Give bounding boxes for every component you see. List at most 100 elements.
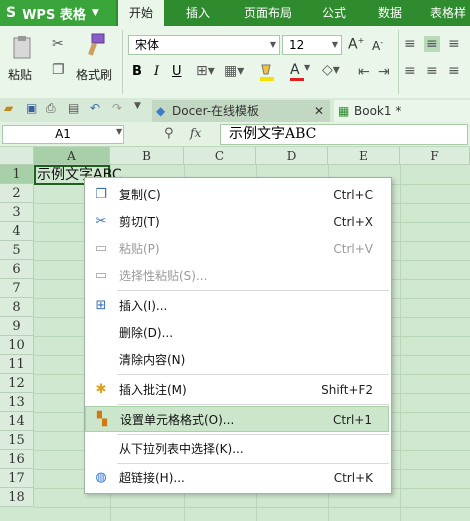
menu-item-label: 粘贴(P) bbox=[119, 242, 160, 256]
row-header[interactable]: 7 bbox=[0, 279, 34, 298]
menu-separator bbox=[117, 463, 389, 464]
menu-item-label: 清除内容(N) bbox=[119, 353, 186, 367]
select-all-corner[interactable] bbox=[0, 147, 34, 165]
paste-special-icon: ▭ bbox=[94, 268, 108, 283]
shrink-font-button[interactable]: A- bbox=[372, 38, 383, 53]
insert-function-button[interactable]: fx bbox=[190, 126, 201, 140]
menu-separator bbox=[117, 404, 389, 405]
font-family-value: 宋体 bbox=[135, 38, 160, 52]
grow-font-button[interactable]: A+ bbox=[348, 36, 364, 53]
decrease-indent-icon[interactable]: ⇤ bbox=[358, 64, 370, 80]
row-header[interactable]: 16 bbox=[0, 450, 34, 469]
name-box[interactable]: A1 bbox=[2, 125, 124, 144]
redo-icon[interactable]: ↷ bbox=[112, 101, 122, 115]
tab-formula[interactable]: 公式 bbox=[312, 0, 356, 26]
increase-indent-icon[interactable]: ⇥ bbox=[378, 64, 390, 80]
menu-item-insert[interactable]: ⊞ 插入(I)... bbox=[85, 293, 389, 319]
formula-input[interactable]: 示例文字ABC bbox=[220, 124, 468, 145]
cell-style-icon[interactable]: ▦▾ bbox=[224, 63, 244, 79]
app-menu-button[interactable]: S WPS 表格 ▼ bbox=[0, 0, 116, 26]
menu-item-insert-comment[interactable]: ✱ 插入批注(M) Shift+F2 bbox=[85, 377, 389, 403]
save-icon[interactable]: ▣ bbox=[26, 101, 37, 115]
underline-button[interactable]: U bbox=[172, 64, 182, 79]
spreadsheet-icon: ▦ bbox=[338, 104, 350, 118]
align-middle-icon[interactable]: ≡ bbox=[424, 36, 440, 52]
fill-color-button[interactable] bbox=[258, 62, 280, 82]
tab-home[interactable]: 开始 bbox=[118, 0, 164, 26]
close-icon[interactable]: ✕ bbox=[314, 100, 324, 122]
italic-button[interactable]: I bbox=[154, 64, 159, 79]
clear-format-icon[interactable]: ◇▾ bbox=[322, 62, 340, 78]
tab-book1[interactable]: ▦ Book1 * bbox=[334, 100, 470, 122]
chevron-down-icon[interactable]: ▼ bbox=[116, 127, 122, 136]
row-header[interactable]: 4 bbox=[0, 222, 34, 241]
row-header[interactable]: 13 bbox=[0, 393, 34, 412]
row-header[interactable]: 14 bbox=[0, 412, 34, 431]
row-header[interactable]: 9 bbox=[0, 317, 34, 336]
menu-item-label: 复制(C) bbox=[119, 188, 161, 202]
row-header[interactable]: 18 bbox=[0, 488, 34, 507]
row-header[interactable]: 15 bbox=[0, 431, 34, 450]
align-left-icon[interactable]: ≡ bbox=[404, 63, 416, 79]
font-color-button[interactable]: A bbox=[290, 62, 304, 81]
row-header[interactable]: 8 bbox=[0, 298, 34, 317]
menu-separator bbox=[117, 290, 389, 291]
column-header[interactable]: A bbox=[34, 147, 110, 165]
format-painter-button[interactable] bbox=[84, 32, 108, 58]
copy-icon[interactable]: ❐ bbox=[52, 62, 65, 78]
row-header[interactable]: 17 bbox=[0, 469, 34, 488]
menu-item-format-cells[interactable]: ▚ 设置单元格格式(O)... Ctrl+1 bbox=[85, 406, 389, 432]
menu-item-paste-special[interactable]: ▭ 选择性粘贴(S)... bbox=[85, 263, 389, 289]
menu-item-label: 插入批注(M) bbox=[119, 383, 187, 397]
tab-data[interactable]: 数据 bbox=[368, 0, 412, 26]
chevron-down-icon[interactable]: ▼ bbox=[134, 101, 141, 111]
menu-item-cut[interactable]: ✂ 剪切(T) Ctrl+X bbox=[85, 209, 389, 235]
column-header[interactable]: D bbox=[256, 147, 328, 165]
column-header[interactable]: B bbox=[110, 147, 184, 165]
row-header[interactable]: 6 bbox=[0, 260, 34, 279]
row-header[interactable]: 10 bbox=[0, 336, 34, 355]
row-header[interactable]: 1 bbox=[0, 165, 34, 184]
menu-item-pick-from-list[interactable]: 从下拉列表中选择(K)... bbox=[85, 436, 389, 462]
font-size-select[interactable]: 12 ▼ bbox=[282, 35, 342, 55]
menu-item-label: 剪切(T) bbox=[119, 215, 160, 229]
comment-icon: ✱ bbox=[95, 382, 107, 397]
print-icon[interactable]: ⎙ bbox=[46, 101, 56, 116]
column-header[interactable]: F bbox=[400, 147, 470, 165]
menu-item-shortcut: Ctrl+1 bbox=[332, 413, 372, 427]
format-cells-icon: ▚ bbox=[97, 412, 107, 427]
undo-icon[interactable]: ↶ bbox=[90, 101, 100, 115]
chevron-down-icon[interactable]: ▼ bbox=[304, 63, 310, 72]
zoom-icon[interactable]: ⚲ bbox=[164, 126, 174, 141]
align-top-icon[interactable]: ≡ bbox=[404, 36, 416, 52]
row-header[interactable]: 12 bbox=[0, 374, 34, 393]
menu-item-copy[interactable]: ❐ 复制(C) Ctrl+C bbox=[85, 182, 389, 208]
menu-item-delete[interactable]: 删除(D)... bbox=[85, 320, 389, 346]
menu-item-hyperlink[interactable]: ◍ 超链接(H)... Ctrl+K bbox=[85, 465, 389, 491]
preview-icon[interactable]: ▤ bbox=[68, 101, 79, 115]
column-header[interactable]: C bbox=[184, 147, 256, 165]
row-header[interactable]: 11 bbox=[0, 355, 34, 374]
scissors-icon[interactable]: ✂ bbox=[52, 36, 64, 52]
align-right-icon[interactable]: ≡ bbox=[448, 63, 460, 79]
font-size-value: 12 bbox=[289, 38, 305, 52]
align-center-icon[interactable]: ≡ bbox=[426, 63, 438, 79]
tab-table-style[interactable]: 表格样 bbox=[426, 0, 470, 26]
align-bottom-icon[interactable]: ≡ bbox=[448, 36, 460, 52]
row-header[interactable]: 3 bbox=[0, 203, 34, 222]
tab-docer-templates[interactable]: ◆ Docer-在线模板 ✕ bbox=[152, 100, 330, 122]
tab-page-layout[interactable]: 页面布局 bbox=[236, 0, 300, 26]
row-header[interactable]: 5 bbox=[0, 241, 34, 260]
folder-icon[interactable]: ▰ bbox=[4, 101, 13, 115]
column-header[interactable]: E bbox=[328, 147, 400, 165]
row-header[interactable]: 2 bbox=[0, 184, 34, 203]
menu-item-label: 插入(I)... bbox=[119, 299, 168, 313]
menu-item-clear[interactable]: 清除内容(N) bbox=[85, 347, 389, 373]
tab-insert[interactable]: 插入 bbox=[174, 0, 222, 26]
bold-button[interactable]: B bbox=[132, 64, 142, 79]
font-family-select[interactable]: 宋体 ▼ bbox=[128, 35, 280, 55]
menu-item-paste[interactable]: ▭ 粘贴(P) Ctrl+V bbox=[85, 236, 389, 262]
paste-button[interactable] bbox=[10, 34, 36, 60]
border-icon[interactable]: ⊞▾ bbox=[196, 63, 215, 79]
menu-item-shortcut: Ctrl+V bbox=[333, 242, 373, 256]
